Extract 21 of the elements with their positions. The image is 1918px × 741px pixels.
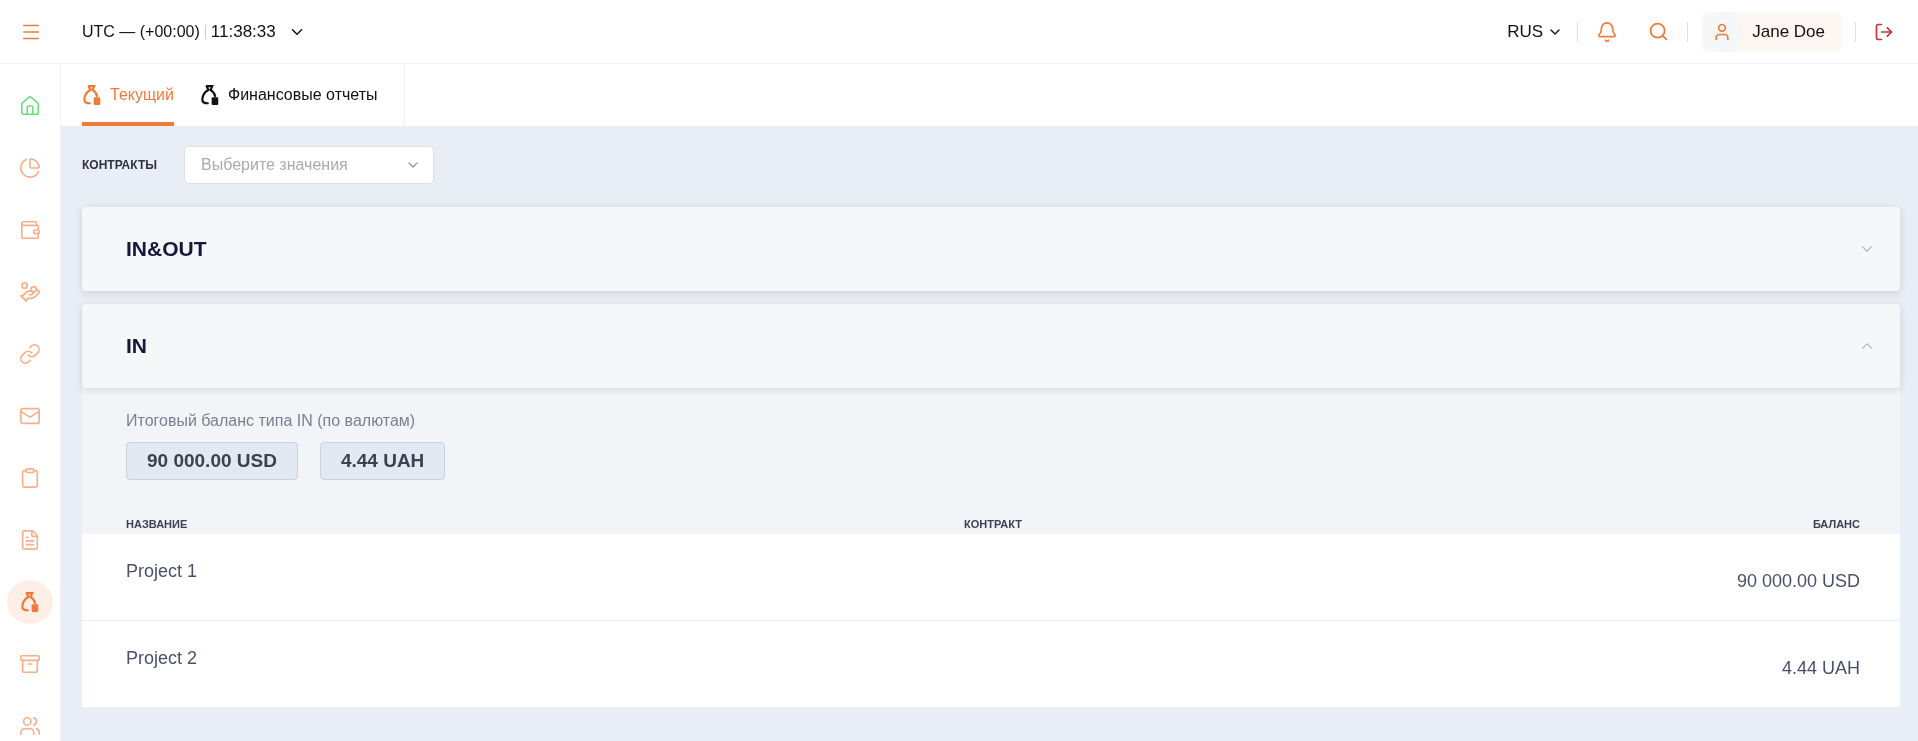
balance-badge: 90 000.00 USD: [126, 442, 298, 480]
column-header: КОНТРАКТ: [963, 518, 1023, 530]
table-cell-text: Project 1: [126, 560, 199, 582]
table-cell-text: Project 2: [126, 647, 199, 669]
clock-time: 11:38:33: [210, 21, 276, 42]
language-selector[interactable]: RUS: [1507, 21, 1564, 42]
timezone-label: UTC — (+00:00): [82, 22, 200, 41]
accordion-header[interactable]: IN&OUT: [82, 207, 1900, 291]
money-bag-icon: [200, 84, 220, 106]
balance-badge: 4.44 UAH: [319, 442, 446, 480]
filter-label: КОНТРАКТЫ: [82, 158, 157, 172]
column-header: НАЗВАНИЕ: [126, 518, 189, 530]
money-bag-icon: [82, 84, 102, 106]
table-cell-text: 4.44 UAH: [1780, 656, 1860, 679]
tab[interactable]: Финансовые отчеты: [200, 64, 378, 126]
sidebar-item[interactable]: [7, 580, 53, 624]
summary-label: Итоговый баланс типа IN (по валютам): [125, 412, 417, 430]
accordion-header[interactable]: IN: [82, 304, 1900, 388]
table-cell-text: 90 000.00 USD: [1735, 569, 1860, 592]
user-button[interactable]: Jane Doe: [1702, 11, 1841, 52]
column-header: БАЛАНС: [1811, 518, 1860, 530]
